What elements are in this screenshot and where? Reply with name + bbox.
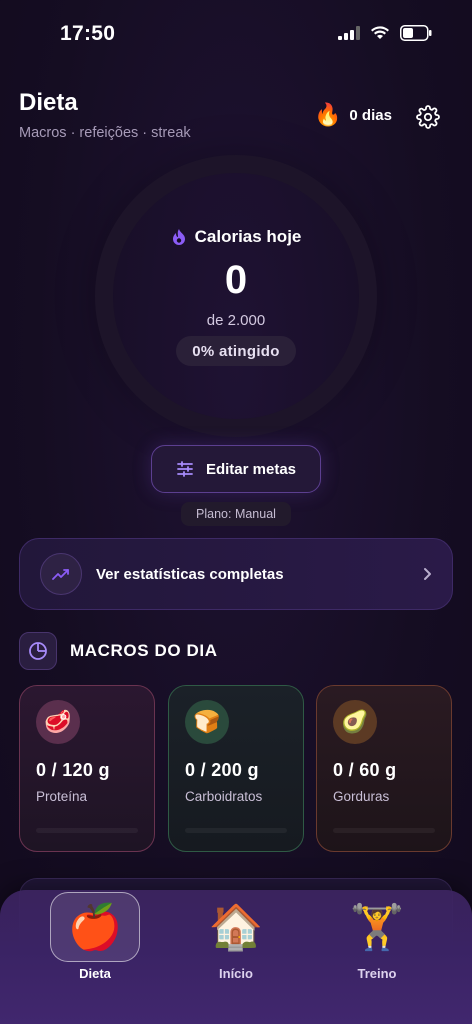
gear-icon bbox=[416, 105, 440, 129]
plan-badge: Plano: Manual bbox=[181, 502, 291, 526]
page-subtitle: Macros · refeições · streak bbox=[19, 125, 191, 141]
chevron-right-icon bbox=[424, 568, 431, 580]
status-time: 17:50 bbox=[60, 22, 116, 45]
flame-icon bbox=[172, 229, 185, 245]
statistics-card[interactable]: Ver estatísticas completas bbox=[19, 538, 453, 610]
macro-name: Carboidratos bbox=[185, 789, 263, 804]
pie-chart-icon bbox=[29, 642, 47, 660]
bread-icon: 🍞 bbox=[185, 700, 229, 744]
macro-name: Proteína bbox=[36, 789, 88, 804]
macro-name: Gorduras bbox=[333, 789, 390, 804]
macro-progress-bar bbox=[185, 828, 287, 833]
apple-icon: 🍎 bbox=[50, 892, 140, 962]
statistics-label: Ver estatísticas completas bbox=[96, 565, 284, 583]
edit-goals-label: Editar metas bbox=[205, 460, 297, 478]
trend-icon bbox=[52, 569, 69, 580]
macro-card-fat[interactable]: 🥑 0 / 60 g Gorduras bbox=[316, 685, 452, 852]
stats-icon-wrap bbox=[40, 553, 82, 595]
macro-progress-bar bbox=[333, 828, 435, 833]
signal-icon bbox=[338, 26, 360, 40]
streak-badge[interactable]: 🔥 0 dias bbox=[314, 104, 392, 126]
macro-value: 0 / 200 g bbox=[185, 760, 259, 780]
battery-icon bbox=[400, 25, 432, 41]
macro-card-carbs[interactable]: 🍞 0 / 200 g Carboidratos bbox=[168, 685, 304, 852]
tab-inicio[interactable]: 🏠 Início bbox=[176, 892, 296, 981]
calories-percent-badge: 0% atingido bbox=[176, 336, 296, 366]
meat-icon: 🥩 bbox=[36, 700, 80, 744]
tab-dieta[interactable]: 🍎 Dieta bbox=[35, 892, 155, 981]
status-icons bbox=[338, 25, 432, 41]
calories-label: Calorias hoje bbox=[194, 227, 302, 246]
avocado-icon: 🥑 bbox=[333, 700, 377, 744]
calories-value: 0 bbox=[224, 258, 248, 302]
sliders-icon bbox=[177, 461, 193, 477]
settings-button[interactable] bbox=[416, 105, 440, 134]
macros-section-icon-wrap bbox=[19, 632, 57, 670]
calories-label-row: Calorias hoje bbox=[0, 227, 472, 247]
macro-value: 0 / 120 g bbox=[36, 760, 110, 780]
page-title: Dieta bbox=[19, 89, 78, 116]
tab-label: Dieta bbox=[79, 966, 111, 981]
macro-progress-bar bbox=[36, 828, 138, 833]
wifi-icon bbox=[371, 26, 389, 39]
macro-value: 0 / 60 g bbox=[333, 760, 397, 780]
tab-treino[interactable]: 🏋️ Treino bbox=[317, 892, 437, 981]
home-icon: 🏠 bbox=[208, 903, 264, 952]
macros-section-title: MACROS DO DIA bbox=[70, 641, 218, 660]
dumbbell-icon: 🏋️ bbox=[349, 903, 405, 952]
streak-label: 0 dias bbox=[349, 106, 392, 124]
tab-label: Início bbox=[219, 966, 253, 981]
tab-label: Treino bbox=[357, 966, 397, 981]
edit-goals-button[interactable]: Editar metas bbox=[151, 445, 321, 493]
macro-card-protein[interactable]: 🥩 0 / 120 g Proteína bbox=[19, 685, 155, 852]
fire-icon: 🔥 bbox=[314, 102, 342, 127]
calories-goal: de 2.000 bbox=[206, 312, 266, 329]
